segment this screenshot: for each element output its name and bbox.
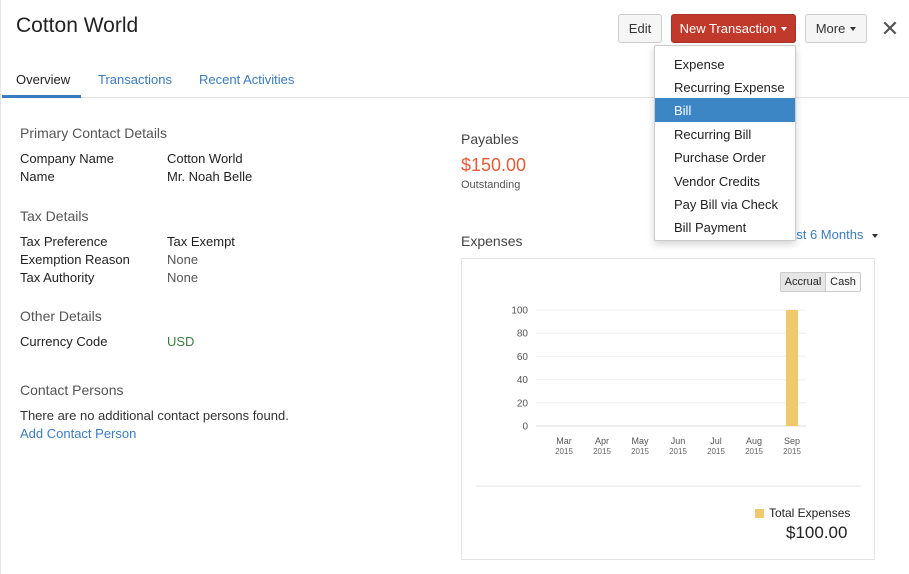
tax-preference-value: Tax Exempt	[167, 234, 235, 249]
period-selector-label: ast 6 Months	[789, 227, 864, 242]
x-tick-label: Sep	[784, 436, 800, 446]
add-contact-person-link[interactable]: Add Contact Person	[20, 426, 136, 441]
more-button[interactable]: More	[805, 14, 867, 43]
payables-amount: $150.00	[461, 155, 527, 175]
more-button-label: More	[815, 21, 846, 36]
menu-item-bill-payment[interactable]: Bill Payment	[655, 215, 795, 239]
menu-item-purchase-order[interactable]: Purchase Order	[655, 145, 795, 169]
close-icon[interactable]: ✕	[880, 18, 900, 40]
x-tick-year-label: 2015	[669, 447, 687, 456]
tab-overview[interactable]: Overview	[16, 72, 70, 87]
x-tick-year-label: 2015	[555, 447, 573, 456]
tax-preference-label: Tax Preference	[20, 234, 108, 249]
new-transaction-button[interactable]: New Transaction	[671, 14, 796, 43]
exemption-reason-label: Exemption Reason	[20, 252, 130, 267]
currency-code-value: USD	[167, 334, 195, 349]
caret-down-icon	[872, 233, 879, 238]
x-tick-label: Apr	[595, 436, 609, 446]
payables-heading: Payables	[461, 131, 519, 147]
edit-button[interactable]: Edit	[618, 14, 662, 43]
x-tick-label: Mar	[556, 436, 572, 446]
expenses-chart: 020406080100Mar2015Apr2015May2015Jun2015…	[476, 306, 861, 487]
other-details-heading: Other Details	[20, 308, 102, 324]
new-transaction-label: New Transaction	[679, 21, 777, 36]
period-selector[interactable]: ast 6 Months	[789, 227, 879, 242]
expenses-heading: Expenses	[461, 233, 523, 249]
tab-recent-activities[interactable]: Recent Activities	[199, 72, 294, 87]
y-tick-label: 60	[517, 352, 529, 363]
company-name-value: Cotton World	[167, 151, 243, 166]
y-tick-label: 80	[517, 329, 529, 340]
active-tab-indicator	[2, 95, 81, 98]
contact-name-value: Mr. Noah Belle	[167, 169, 253, 184]
x-tick-year-label: 2015	[707, 447, 725, 456]
x-tick-year-label: 2015	[593, 447, 611, 456]
x-tick-year-label: 2015	[631, 447, 649, 456]
x-tick-year-label: 2015	[745, 447, 763, 456]
y-tick-label: 0	[522, 422, 528, 433]
primary-contact-heading: Primary Contact Details	[20, 125, 168, 141]
menu-item-recurring-bill[interactable]: Recurring Bill	[655, 122, 795, 146]
contact-persons-heading: Contact Persons	[20, 382, 124, 398]
x-tick-label: Jul	[710, 436, 722, 446]
menu-item-bill[interactable]: Bill	[655, 98, 795, 122]
menu-item-expense[interactable]: Expense	[655, 52, 795, 76]
x-tick-label: Aug	[746, 436, 762, 446]
menu-item-recurring-expense[interactable]: Recurring Expense	[655, 75, 795, 99]
total-expenses-value: $100.00	[786, 523, 848, 542]
x-tick-label: Jun	[671, 436, 686, 446]
caret-down-icon	[850, 26, 857, 31]
legend-swatch	[755, 509, 764, 518]
contact-name-label: Name	[20, 169, 55, 184]
y-tick-label: 20	[517, 398, 529, 409]
tax-details-heading: Tax Details	[20, 208, 89, 224]
payables-outstanding-label: Outstanding	[461, 179, 521, 191]
menu-item-vendor-credits[interactable]: Vendor Credits	[655, 169, 795, 193]
exemption-reason-value: None	[167, 252, 199, 267]
y-tick-label: 100	[511, 306, 528, 317]
tax-authority-label: Tax Authority	[20, 270, 95, 285]
legend-label: Total Expenses	[769, 506, 851, 520]
no-contacts-message: There are no additional contact persons …	[20, 408, 289, 423]
caret-down-icon	[781, 26, 788, 31]
y-tick-label: 40	[517, 375, 529, 386]
currency-code-label: Currency Code	[20, 334, 108, 349]
new-transaction-menu: Expense Recurring Expense Bill Recurring…	[654, 45, 796, 241]
menu-item-pay-bill-via-check[interactable]: Pay Bill via Check	[655, 192, 795, 216]
bar	[786, 310, 798, 426]
tab-transactions[interactable]: Transactions	[98, 72, 172, 87]
x-tick-year-label: 2015	[783, 447, 801, 456]
x-tick-label: May	[631, 436, 649, 446]
company-name-label: Company Name	[20, 151, 114, 166]
tax-authority-value: None	[167, 270, 199, 285]
edit-button-label: Edit	[628, 21, 652, 36]
page-title: Cotton World	[16, 14, 139, 37]
